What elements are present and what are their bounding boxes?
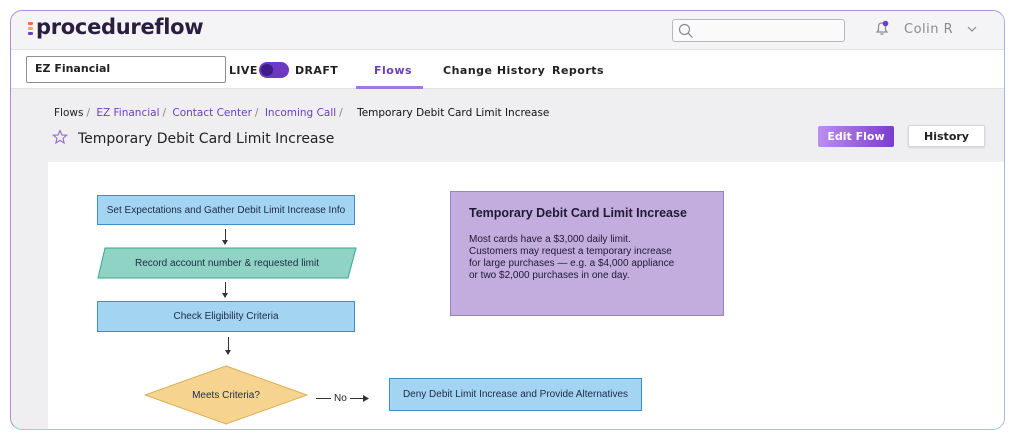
search-icon [678,23,693,38]
logo[interactable]: procedureflow [28,15,204,39]
toggle-knob [261,64,273,76]
tab-change-history[interactable]: Change History [443,64,545,77]
active-tab-indicator [356,86,423,89]
draft-label: DRAFT [295,64,339,77]
tab-flows[interactable]: Flows [374,64,412,77]
top-bar: procedureflow Colin R [11,11,1004,49]
breadcrumb-flows[interactable]: Flows [54,107,83,119]
flow-step-deny-increase[interactable]: Deny Debit Limit Increase and Provide Al… [389,378,642,411]
app-window: procedureflow Colin R EZ Financial LIVE … [10,10,1005,430]
flow-arrow [225,337,231,355]
star-icon[interactable] [52,129,68,145]
flow-step-label: Deny Debit Limit Increase and Provide Al… [402,389,629,400]
breadcrumb-ez-financial[interactable]: EZ Financial [96,107,159,119]
arrow-right-icon [362,395,369,402]
page-title: Temporary Debit Card Limit Increase [78,131,335,147]
flow-decision-meets-criteria[interactable]: Meets Criteria? [144,365,308,425]
breadcrumb-contact-center[interactable]: Contact Center [172,107,252,119]
flow-step-label: Check Eligibility Criteria [173,311,279,322]
flow-step-label: Set Expectations and Gather Debit Limit … [106,204,346,216]
flow-step-record-account[interactable]: Record account number & requested limit [105,247,349,279]
tenant-selector[interactable]: EZ Financial [26,56,226,83]
flow-canvas: Set Expectations and Gather Debit Limit … [48,162,1004,429]
flow-arrow [222,229,228,245]
tab-reports[interactable]: Reports [552,64,604,77]
chevron-down-icon[interactable] [966,23,978,35]
breadcrumb-incoming-call[interactable]: Incoming Call [265,107,336,119]
logo-mark-icon [28,22,33,35]
nav-bar: EZ Financial LIVE DRAFT Flows Change His… [11,49,1004,89]
flow-step-set-expectations[interactable]: Set Expectations and Gather Debit Limit … [97,195,355,225]
no-connector: No [316,393,369,404]
info-note-title: Temporary Debit Card Limit Increase [469,206,687,220]
search-input[interactable] [672,19,845,42]
bell-icon[interactable] [873,19,891,37]
flow-step-label: Meets Criteria? [192,389,260,401]
history-button[interactable]: History [908,125,985,147]
flow-step-label: Record account number & requested limit [135,257,319,269]
flow-arrow [222,282,228,298]
live-label: LIVE [229,64,258,77]
logo-text: procedureflow [36,15,204,39]
breadcrumb-current: Temporary Debit Card Limit Increase [357,107,550,119]
edit-flow-button[interactable]: Edit Flow [818,126,894,147]
info-note[interactable]: Temporary Debit Card Limit Increase Most… [450,191,724,316]
info-note-body: Most cards have a $3,000 daily limit. Cu… [469,234,675,281]
live-draft-toggle[interactable] [259,62,289,78]
flow-step-check-eligibility[interactable]: Check Eligibility Criteria [97,301,355,332]
breadcrumb: Flows / EZ Financial / Contact Center / Inc… [54,107,550,119]
user-name[interactable]: Colin R [904,22,953,37]
no-label: No [334,393,347,404]
